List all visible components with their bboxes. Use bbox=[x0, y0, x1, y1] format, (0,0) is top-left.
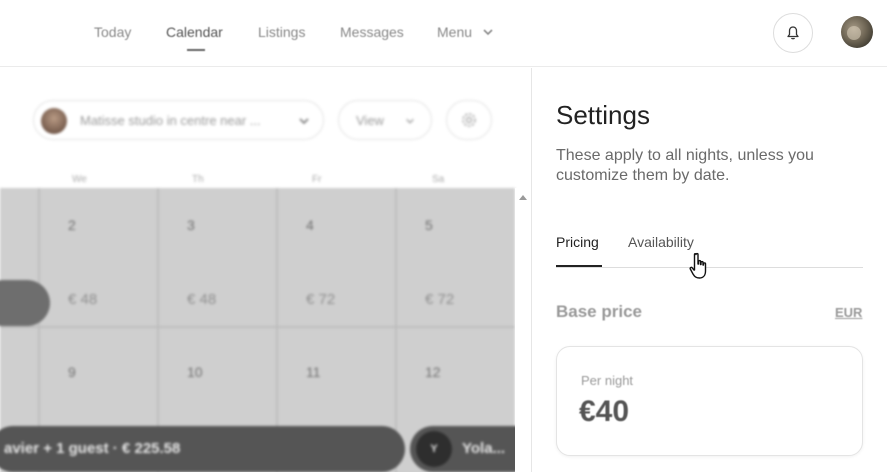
nav-messages[interactable]: Messages bbox=[340, 24, 404, 40]
currency-link[interactable]: EUR bbox=[835, 305, 862, 320]
base-price-card[interactable]: Per night €40 bbox=[556, 346, 863, 456]
calendar-price: € 48 bbox=[187, 291, 217, 308]
notifications-button[interactable] bbox=[773, 13, 813, 53]
day-header: Th bbox=[192, 174, 204, 185]
scroll-up-icon[interactable] bbox=[519, 195, 527, 200]
chevron-down-icon bbox=[406, 118, 414, 124]
calendar-settings-button[interactable] bbox=[446, 100, 492, 140]
calendar-date[interactable]: 9 bbox=[68, 364, 76, 380]
reservation-label: avier + 1 guest · € 225.58 bbox=[4, 440, 181, 457]
top-navigation: Today Calendar Listings Messages Menu bbox=[0, 0, 887, 67]
settings-panel: Settings These apply to all nights, unle… bbox=[531, 68, 887, 472]
nav-today[interactable]: Today bbox=[94, 24, 131, 40]
tab-pricing[interactable]: Pricing bbox=[556, 234, 599, 250]
guest-avatar: Y bbox=[416, 431, 452, 467]
tab-availability[interactable]: Availability bbox=[628, 234, 694, 250]
gear-icon bbox=[462, 113, 476, 127]
reservation-label: Yola... bbox=[462, 440, 506, 457]
listing-selector-label: Matisse studio in centre near ... bbox=[80, 113, 261, 128]
calendar-price: € 72 bbox=[425, 291, 455, 308]
calendar-date[interactable]: 4 bbox=[306, 217, 314, 233]
nav-menu[interactable]: Menu bbox=[437, 24, 472, 40]
settings-description: These apply to all nights, unless you cu… bbox=[556, 147, 814, 184]
chevron-down-icon[interactable] bbox=[482, 26, 494, 38]
calendar-date[interactable]: 12 bbox=[425, 364, 441, 380]
base-price-value[interactable]: €40 bbox=[579, 395, 629, 429]
listing-thumbnail bbox=[41, 108, 67, 134]
nav-calendar[interactable]: Calendar bbox=[166, 24, 223, 40]
bell-icon bbox=[787, 26, 799, 40]
calendar-price: € 48 bbox=[68, 291, 98, 308]
day-header: Sa bbox=[432, 174, 445, 185]
nav-listings[interactable]: Listings bbox=[258, 24, 305, 40]
view-selector-label: View bbox=[356, 113, 384, 128]
calendar-date[interactable]: 10 bbox=[187, 364, 203, 380]
settings-title: Settings bbox=[556, 100, 650, 130]
calendar-scrollbar[interactable] bbox=[515, 188, 531, 472]
day-header: We bbox=[72, 174, 87, 185]
calendar-price: € 72 bbox=[306, 291, 336, 308]
base-price-label: Base price bbox=[556, 302, 642, 321]
view-selector[interactable]: View bbox=[338, 100, 432, 140]
day-header: Fr bbox=[312, 174, 322, 185]
calendar-content: Matisse studio in centre near ... View W… bbox=[0, 68, 531, 472]
reservation-bar[interactable] bbox=[0, 280, 50, 326]
chevron-down-icon bbox=[299, 118, 309, 125]
calendar-date[interactable]: 2 bbox=[68, 217, 76, 233]
listing-selector[interactable]: Matisse studio in centre near ... bbox=[33, 100, 324, 140]
per-night-label: Per night bbox=[581, 373, 634, 388]
calendar-date[interactable]: 11 bbox=[306, 364, 321, 380]
calendar-area: Matisse studio in centre near ... View W… bbox=[0, 68, 531, 472]
calendar-date[interactable]: 5 bbox=[425, 217, 433, 233]
user-avatar[interactable] bbox=[841, 16, 873, 48]
hand-pointer-cursor-icon bbox=[689, 252, 707, 279]
calendar-date[interactable]: 3 bbox=[187, 217, 195, 233]
nav-active-indicator bbox=[187, 49, 205, 51]
